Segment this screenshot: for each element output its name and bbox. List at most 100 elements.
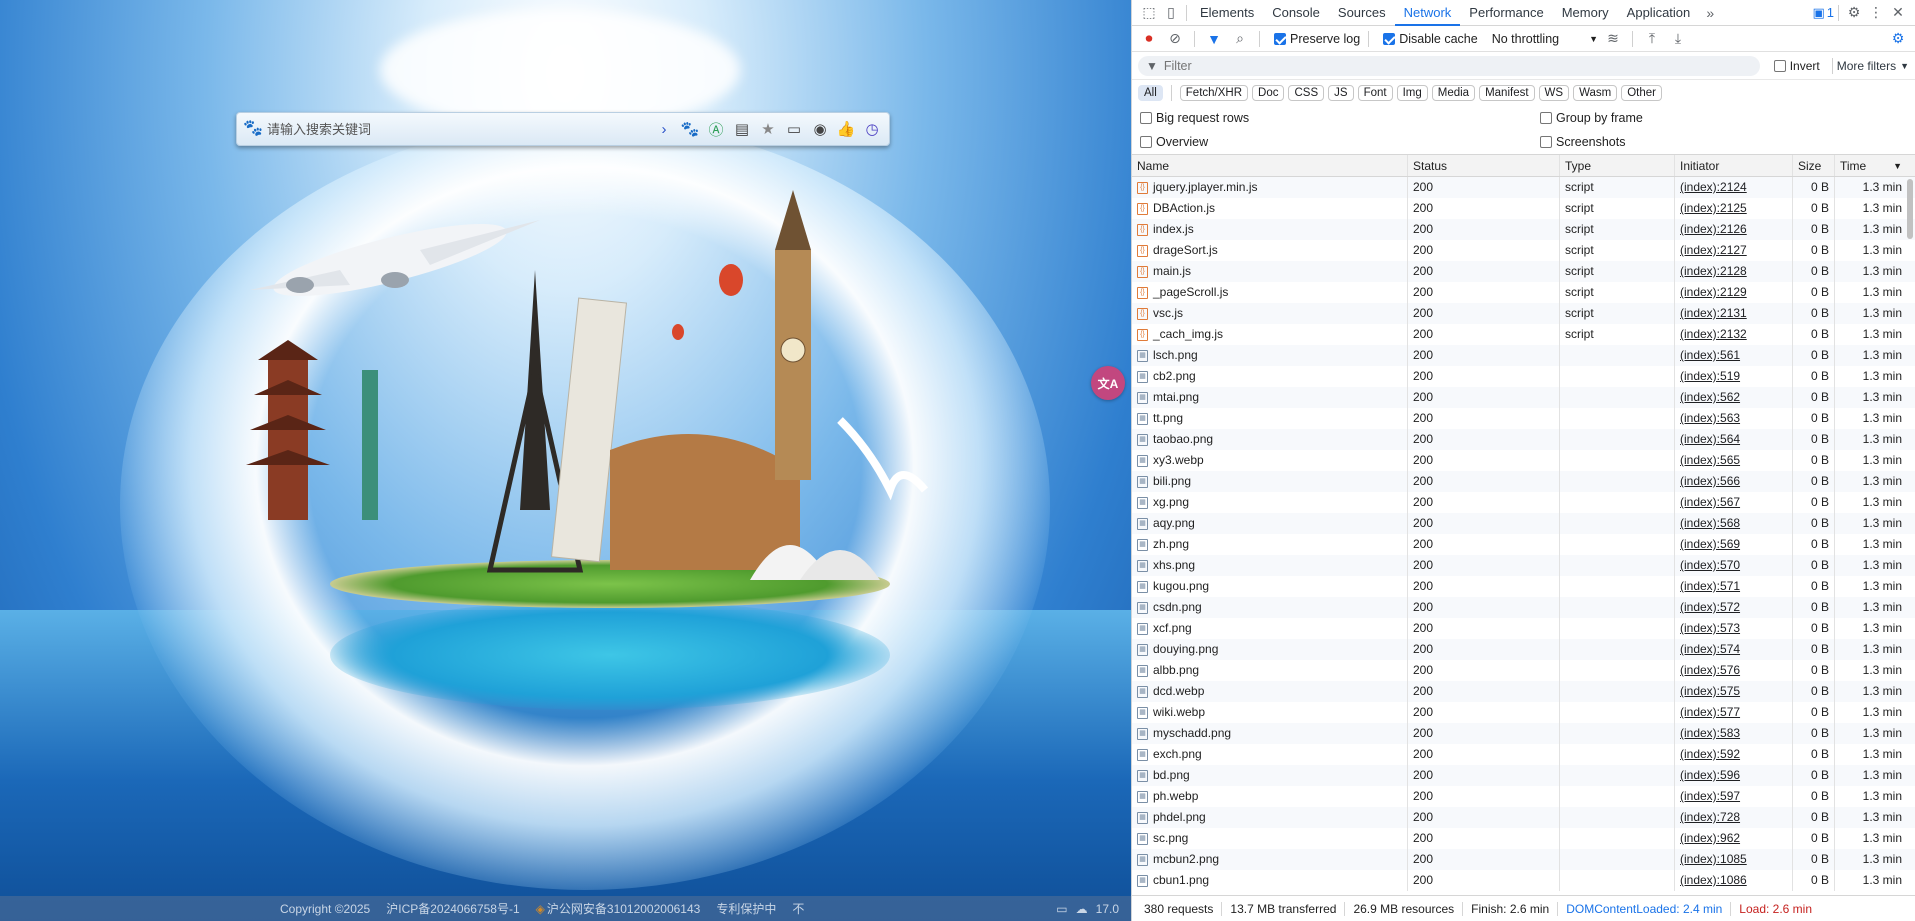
table-row[interactable]: ▦ cbun1.png 200 (index):1086 0 B 1.3 min xyxy=(1132,870,1915,891)
cell-initiator-link[interactable]: (index):564 xyxy=(1675,429,1793,450)
cell-name[interactable]: {} _cach_img.js xyxy=(1132,324,1408,345)
search-icon[interactable]: ⌕ xyxy=(1229,28,1251,50)
column-header-status[interactable]: Status xyxy=(1408,155,1560,176)
table-row[interactable]: {} _cach_img.js 200 script (index):2132 0 B 1.… xyxy=(1132,324,1915,345)
cell-initiator-link[interactable]: (index):1086 xyxy=(1675,870,1793,891)
police-record-link[interactable]: 沪公网安备31012002006143 xyxy=(547,900,700,917)
cell-initiator-link[interactable]: (index):583 xyxy=(1675,723,1793,744)
cell-name[interactable]: {} index.js xyxy=(1132,219,1408,240)
cell-initiator-link[interactable]: (index):962 xyxy=(1675,828,1793,849)
more-filters-dropdown[interactable]: More filters ▼ xyxy=(1837,59,1909,73)
translate-button[interactable]: 文A xyxy=(1091,366,1125,400)
cell-initiator-link[interactable]: (index):573 xyxy=(1675,618,1793,639)
table-row[interactable]: ▦ cb2.png 200 (index):519 0 B 1.3 min xyxy=(1132,366,1915,387)
filter-field[interactable]: ▼ xyxy=(1138,55,1760,76)
cell-name[interactable]: ▦ kugou.png xyxy=(1132,576,1408,597)
cell-name[interactable]: ▦ wiki.webp xyxy=(1132,702,1408,723)
cell-name[interactable]: ▦ dcd.webp xyxy=(1132,681,1408,702)
table-row[interactable]: ▦ bili.png 200 (index):566 0 B 1.3 min xyxy=(1132,471,1915,492)
cell-initiator-link[interactable]: (index):2127 xyxy=(1675,240,1793,261)
table-row[interactable]: ▦ wiki.webp 200 (index):577 0 B 1.3 min xyxy=(1132,702,1915,723)
cell-name[interactable]: {} DBAction.js xyxy=(1132,198,1408,219)
type-filter-css[interactable]: CSS xyxy=(1288,85,1325,101)
overview-checkbox[interactable]: Overview xyxy=(1140,135,1540,149)
table-row[interactable]: {} vsc.js 200 script (index):2131 0 B 1.3 min xyxy=(1132,303,1915,324)
issues-badge[interactable]: ▣ 1 xyxy=(1812,5,1834,21)
type-filter-img[interactable]: Img xyxy=(1396,85,1428,101)
cell-initiator-link[interactable]: (index):1085 xyxy=(1675,849,1793,870)
cell-initiator-link[interactable]: (index):572 xyxy=(1675,597,1793,618)
cell-name[interactable]: {} main.js xyxy=(1132,261,1408,282)
baidu-paw-icon[interactable]: 🐾 xyxy=(679,118,701,140)
disable-cache-checkbox[interactable]: Disable cache xyxy=(1383,32,1478,46)
cell-initiator-link[interactable]: (index):2131 xyxy=(1675,303,1793,324)
device-toolbar-icon[interactable]: ▯ xyxy=(1160,2,1182,24)
type-filter-fetch-xhr[interactable]: Fetch/XHR xyxy=(1179,85,1249,101)
table-row[interactable]: {} _pageScroll.js 200 script (index):2129 0 B… xyxy=(1132,282,1915,303)
table-row[interactable]: ▦ zh.png 200 (index):569 0 B 1.3 min xyxy=(1132,534,1915,555)
type-filter-manifest[interactable]: Manifest xyxy=(1479,85,1535,101)
table-row[interactable]: ▦ tt.png 200 (index):563 0 B 1.3 min xyxy=(1132,408,1915,429)
table-row[interactable]: ▦ xy3.webp 200 (index):565 0 B 1.3 min xyxy=(1132,450,1915,471)
preserve-log-checkbox[interactable]: Preserve log xyxy=(1274,32,1360,46)
cell-initiator-link[interactable]: (index):576 xyxy=(1675,660,1793,681)
table-row[interactable]: ▦ xhs.png 200 (index):570 0 B 1.3 min xyxy=(1132,555,1915,576)
cell-initiator-link[interactable]: (index):566 xyxy=(1675,471,1793,492)
table-row[interactable]: ▦ mtai.png 200 (index):562 0 B 1.3 min xyxy=(1132,387,1915,408)
cell-initiator-link[interactable]: (index):561 xyxy=(1675,345,1793,366)
table-row[interactable]: ▦ xcf.png 200 (index):573 0 B 1.3 min xyxy=(1132,618,1915,639)
cell-name[interactable]: ▦ mcbun2.png xyxy=(1132,849,1408,870)
cell-initiator-link[interactable]: (index):519 xyxy=(1675,366,1793,387)
invert-checkbox[interactable]: Invert xyxy=(1773,59,1820,73)
cell-initiator-link[interactable]: (index):728 xyxy=(1675,807,1793,828)
cell-initiator-link[interactable]: (index):577 xyxy=(1675,702,1793,723)
network-settings-icon[interactable]: ⚙ xyxy=(1887,28,1909,50)
table-row[interactable]: {} drageSort.js 200 script (index):2127 0 B 1.… xyxy=(1132,240,1915,261)
table-row[interactable]: ▦ lsch.png 200 (index):561 0 B 1.3 min xyxy=(1132,345,1915,366)
cell-initiator-link[interactable]: (index):2129 xyxy=(1675,282,1793,303)
cell-name[interactable]: ▦ ph.webp xyxy=(1132,786,1408,807)
table-row[interactable]: ▦ exch.png 200 (index):592 0 B 1.3 min xyxy=(1132,744,1915,765)
monitor-icon[interactable]: ▭ xyxy=(783,118,805,140)
cell-initiator-link[interactable]: (index):567 xyxy=(1675,492,1793,513)
table-row[interactable]: ▦ myschadd.png 200 (index):583 0 B 1.3 min xyxy=(1132,723,1915,744)
table-row[interactable]: ▦ phdel.png 200 (index):728 0 B 1.3 min xyxy=(1132,807,1915,828)
cell-name[interactable]: ▦ zh.png xyxy=(1132,534,1408,555)
table-row[interactable]: ▦ albb.png 200 (index):576 0 B 1.3 min xyxy=(1132,660,1915,681)
list-icon[interactable]: ▤ xyxy=(731,118,753,140)
clear-icon[interactable]: ⊘ xyxy=(1164,28,1186,50)
cell-name[interactable]: ▦ cb2.png xyxy=(1132,366,1408,387)
cell-name[interactable]: ▦ taobao.png xyxy=(1132,429,1408,450)
big-request-rows-checkbox[interactable]: Big request rows xyxy=(1140,111,1540,125)
cell-name[interactable]: {} _pageScroll.js xyxy=(1132,282,1408,303)
cell-name[interactable]: {} jquery.jplayer.min.js xyxy=(1132,177,1408,198)
cell-name[interactable]: ▦ xg.png xyxy=(1132,492,1408,513)
thumb-up-icon[interactable]: 👍 xyxy=(835,118,857,140)
table-scrollbar[interactable] xyxy=(1907,179,1913,239)
cell-initiator-link[interactable]: (index):568 xyxy=(1675,513,1793,534)
arrow-right-icon[interactable]: › xyxy=(653,118,675,140)
cell-name[interactable]: ▦ xcf.png xyxy=(1132,618,1408,639)
type-filter-doc[interactable]: Doc xyxy=(1252,85,1285,101)
table-row[interactable]: ▦ taobao.png 200 (index):564 0 B 1.3 min xyxy=(1132,429,1915,450)
kebab-menu-icon[interactable]: ⋮ xyxy=(1865,2,1887,24)
throttling-select[interactable]: No throttling ▼ xyxy=(1492,32,1598,46)
table-row[interactable]: ▦ sc.png 200 (index):962 0 B 1.3 min xyxy=(1132,828,1915,849)
type-filter-other[interactable]: Other xyxy=(1621,85,1662,101)
cell-initiator-link[interactable]: (index):2124 xyxy=(1675,177,1793,198)
cell-name[interactable]: ▦ lsch.png xyxy=(1132,345,1408,366)
type-filter-media[interactable]: Media xyxy=(1431,85,1476,101)
tab-console[interactable]: Console xyxy=(1263,0,1329,26)
column-header-size[interactable]: Size xyxy=(1793,155,1835,176)
cell-name[interactable]: ▦ douying.png xyxy=(1132,639,1408,660)
android-icon[interactable]: Ⓐ xyxy=(705,118,727,140)
clock-search-icon[interactable]: ◷ xyxy=(861,118,883,140)
cell-initiator-link[interactable]: (index):563 xyxy=(1675,408,1793,429)
cell-initiator-link[interactable]: (index):2132 xyxy=(1675,324,1793,345)
cell-name[interactable]: ▦ phdel.png xyxy=(1132,807,1408,828)
inspect-element-icon[interactable]: ⬚ xyxy=(1138,2,1160,24)
cell-name[interactable]: ▦ albb.png xyxy=(1132,660,1408,681)
type-filter-ws[interactable]: WS xyxy=(1538,85,1570,101)
cell-name[interactable]: ▦ tt.png xyxy=(1132,408,1408,429)
table-row[interactable]: ▦ mcbun2.png 200 (index):1085 0 B 1.3 min xyxy=(1132,849,1915,870)
